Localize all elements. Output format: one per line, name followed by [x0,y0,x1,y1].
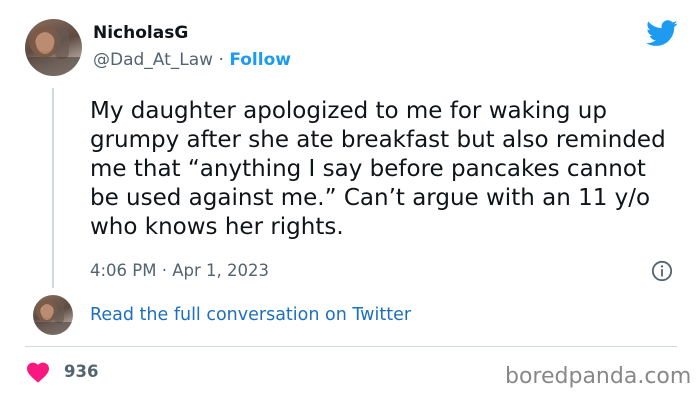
heart-icon[interactable] [26,361,50,383]
author-avatar[interactable] [25,19,82,76]
tweet-text: My daughter apologized to me for waking … [90,98,666,240]
author-name[interactable]: NicholasG [93,23,188,43]
watermark: boredpanda.com [505,364,692,389]
twitter-bird-icon[interactable] [646,20,678,47]
separator: · [213,50,230,70]
author-handle[interactable]: @Dad_At_Law [93,50,213,70]
tweet-timestamp[interactable]: 4:06 PM · Apr 1, 2023 [90,261,269,280]
read-conversation-link[interactable]: Read the full conversation on Twitter [90,305,411,325]
follow-button[interactable]: Follow [229,50,291,70]
like-count[interactable]: 936 [64,362,98,381]
reply-avatar[interactable] [33,295,73,335]
divider [25,346,677,347]
info-icon[interactable] [651,260,673,282]
handle-row: @Dad_At_Law · Follow [93,50,291,70]
thread-line [52,88,54,288]
